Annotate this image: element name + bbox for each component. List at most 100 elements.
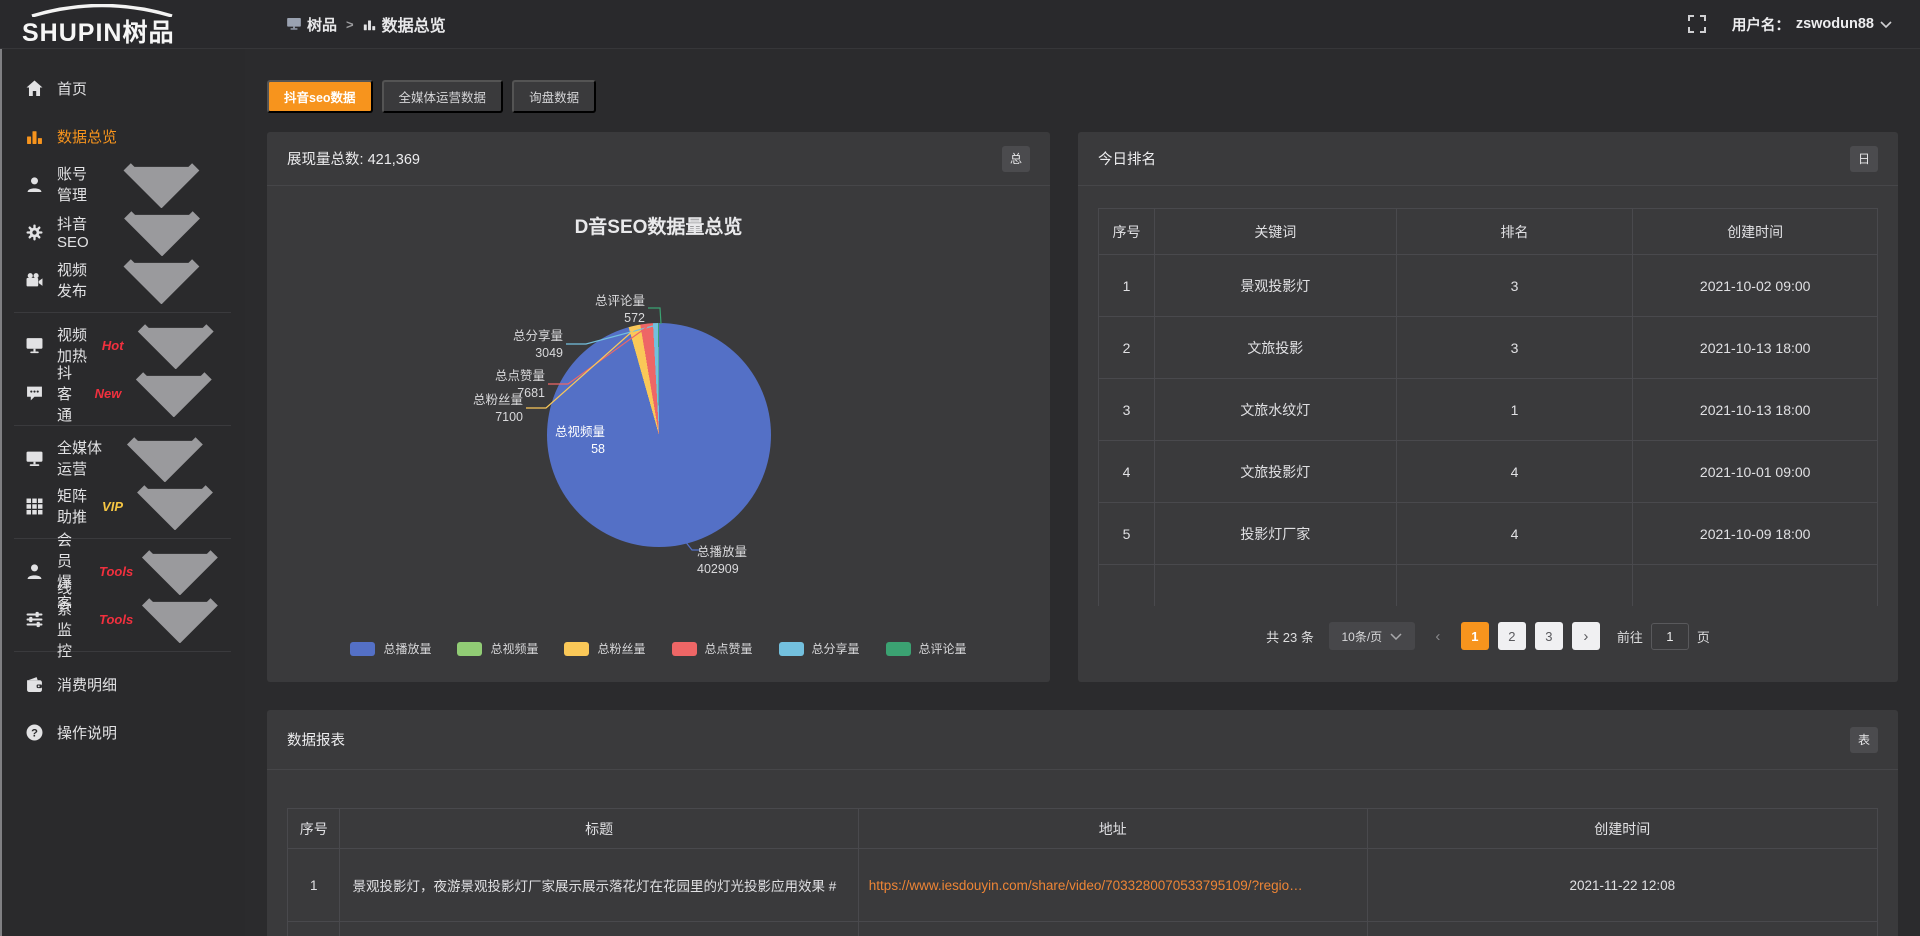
user-menu[interactable]: 用户名： zswodun88 <box>1732 14 1892 35</box>
goto-label: 前往 <box>1617 627 1643 646</box>
pie-label-comments: 总评论量572 <box>267 293 645 326</box>
pagination: 共 23 条 10条/页 ‹ 1 2 3 › 前往 页 <box>1078 622 1898 650</box>
chevron-down-icon <box>1390 633 1402 640</box>
table-row <box>288 922 1878 936</box>
legend-item-shares[interactable]: 总分享量 <box>779 640 860 657</box>
pie-label-shares: 总分享量3049 <box>267 328 563 361</box>
chevron-down-icon <box>133 547 227 595</box>
impressions-total: 展现量总数: 421,369 <box>287 148 420 169</box>
page-size-select[interactable]: 10条/页 <box>1329 622 1415 650</box>
table-row: 2文旅投影32021-10-13 18:00 <box>1099 317 1878 379</box>
tab-media-operation-data[interactable]: 全媒体运营数据 <box>382 80 504 113</box>
video-link[interactable]: https://www.iesdouyin.com/share/video/70… <box>869 878 1303 893</box>
vip-badge: VIP <box>102 499 123 514</box>
sidebar-item-doukostong[interactable]: 抖客通 New <box>0 369 245 417</box>
data-tabs: 抖音seo数据 全媒体运营数据 询盘数据 <box>267 80 1898 113</box>
display-icon <box>26 337 43 354</box>
breadcrumb: 树品 > 数据总览 <box>287 12 446 36</box>
home-icon <box>26 80 43 97</box>
sidebar-item-media-operation[interactable]: 全媒体运营 <box>0 434 245 482</box>
day-view-button[interactable]: 日 <box>1850 146 1878 172</box>
table-view-button[interactable]: 表 <box>1850 727 1878 753</box>
sidebar-item-data-overview[interactable]: 数据总览 <box>0 112 245 160</box>
svg-text:?: ? <box>31 727 38 739</box>
created-time: 2021-11-22 12:08 <box>1367 849 1877 922</box>
sidebar-scrollbar[interactable] <box>0 49 2 936</box>
question-circle-icon: ? <box>26 724 43 741</box>
sidebar-item-video-publish[interactable]: 视频发布 <box>0 256 245 304</box>
hot-badge: Hot <box>102 338 124 353</box>
pie-label-videos: 总视频量58 <box>267 424 605 457</box>
tab-inquiry-data[interactable]: 询盘数据 <box>512 80 596 113</box>
username: zswodun88 <box>1796 16 1874 32</box>
sidebar-divider <box>14 425 231 426</box>
username-label: 用户名： <box>1732 14 1790 35</box>
table-header-row: 序号 标题 地址 创建时间 <box>288 809 1878 849</box>
breadcrumb-current: 数据总览 <box>363 12 446 36</box>
gear-icon <box>26 224 43 241</box>
ranking-table: 序号 关键词 排名 创建时间 1景观投影灯32021-10-02 09:00 2… <box>1098 208 1878 606</box>
tools-badge: Tools <box>99 564 133 579</box>
sidebar: 首页 数据总览 账号管理 抖音SEO 视频发布 视频加热 Hot 抖客通 New… <box>0 49 245 936</box>
topbar: SHUPIN树品 树品 > 数据总览 用户名： zswodun88 <box>0 0 1920 49</box>
sidebar-divider <box>14 651 231 652</box>
sidebar-item-spending-detail[interactable]: 消费明细 <box>0 660 245 708</box>
overview-panel: 展现量总数: 421,369 总 D音SEO数据量总览 总评论量572 <box>267 132 1050 682</box>
fullscreen-icon[interactable] <box>1688 15 1706 33</box>
bar-chart-icon <box>363 18 376 31</box>
page-unit-label: 页 <box>1697 627 1710 646</box>
legend-item-likes[interactable]: 总点赞量 <box>672 640 753 657</box>
video-camera-icon <box>26 272 43 289</box>
chevron-down-icon <box>123 482 227 530</box>
sliders-icon <box>26 611 43 628</box>
legend-swatch <box>672 642 697 656</box>
pie-label-fans: 总粉丝量7100 <box>267 392 523 425</box>
table-header-row: 序号 关键词 排名 创建时间 <box>1099 209 1878 255</box>
chevron-down-icon <box>124 321 227 369</box>
chat-bubble-icon <box>26 385 43 402</box>
report-table: 序号 标题 地址 创建时间 1 景观投影灯，夜游景观投影灯厂家展示展示落花灯在花… <box>287 808 1878 936</box>
table-row: 4文旅投影灯42021-10-01 09:00 <box>1099 441 1878 503</box>
page-button-3[interactable]: 3 <box>1535 622 1563 650</box>
chevron-down-icon <box>96 160 227 208</box>
page-button-1[interactable]: 1 <box>1461 622 1489 650</box>
sidebar-item-account[interactable]: 账号管理 <box>0 160 245 208</box>
sidebar-item-member-burst[interactable]: 会员爆客 Tools <box>0 547 245 595</box>
chevron-down-icon <box>103 434 227 482</box>
pie-chart-area: D音SEO数据量总览 总评论量572 总分享量3049 总点赞量7681 <box>267 186 1050 681</box>
next-page-button[interactable]: › <box>1572 622 1600 650</box>
sidebar-item-lead-monitor[interactable]: 线索监控 Tools <box>0 595 245 643</box>
legend-item-videos[interactable]: 总视频量 <box>457 640 538 657</box>
chevron-down-icon <box>97 208 227 256</box>
table-row: 3文旅水纹灯12021-10-13 18:00 <box>1099 379 1878 441</box>
legend-item-fans[interactable]: 总粉丝量 <box>564 640 645 657</box>
table-row: 1景观投影灯32021-10-02 09:00 <box>1099 255 1878 317</box>
sidebar-item-douyin-seo[interactable]: 抖音SEO <box>0 208 245 256</box>
legend-swatch <box>564 642 589 656</box>
legend-item-plays[interactable]: 总播放量 <box>350 640 431 657</box>
breadcrumb-root[interactable]: 树品 <box>287 14 337 35</box>
bar-chart-icon <box>26 128 43 145</box>
legend-swatch <box>779 642 804 656</box>
sidebar-item-matrix-boost[interactable]: 矩阵助推 VIP <box>0 482 245 530</box>
sidebar-item-home[interactable]: 首页 <box>0 64 245 112</box>
prev-page-button[interactable]: ‹ <box>1424 622 1452 650</box>
total-view-button[interactable]: 总 <box>1002 146 1030 172</box>
report-panel: 数据报表 表 序号 标题 地址 创建时间 1 景观投影灯，夜游景观投影灯 <box>267 710 1898 936</box>
ranking-panel: 今日排名 日 序号 关键词 排名 创建时间 <box>1078 132 1898 682</box>
tab-douyin-seo-data[interactable]: 抖音seo数据 <box>267 80 373 113</box>
sidebar-item-instructions[interactable]: ? 操作说明 <box>0 708 245 756</box>
legend-swatch <box>350 642 375 656</box>
report-title: 数据报表 <box>287 729 345 750</box>
app-logo: SHUPIN树品 <box>0 0 245 49</box>
user-icon <box>26 563 43 580</box>
logo-text: SHUPIN树品 <box>22 13 174 49</box>
legend-item-comments[interactable]: 总评论量 <box>886 640 967 657</box>
goto-page-input[interactable] <box>1651 623 1689 650</box>
monitor-icon <box>287 18 301 30</box>
sidebar-item-video-heat[interactable]: 视频加热 Hot <box>0 321 245 369</box>
sidebar-divider <box>14 538 231 539</box>
page-button-2[interactable]: 2 <box>1498 622 1526 650</box>
user-icon <box>26 176 43 193</box>
monitor-icon <box>26 450 43 467</box>
